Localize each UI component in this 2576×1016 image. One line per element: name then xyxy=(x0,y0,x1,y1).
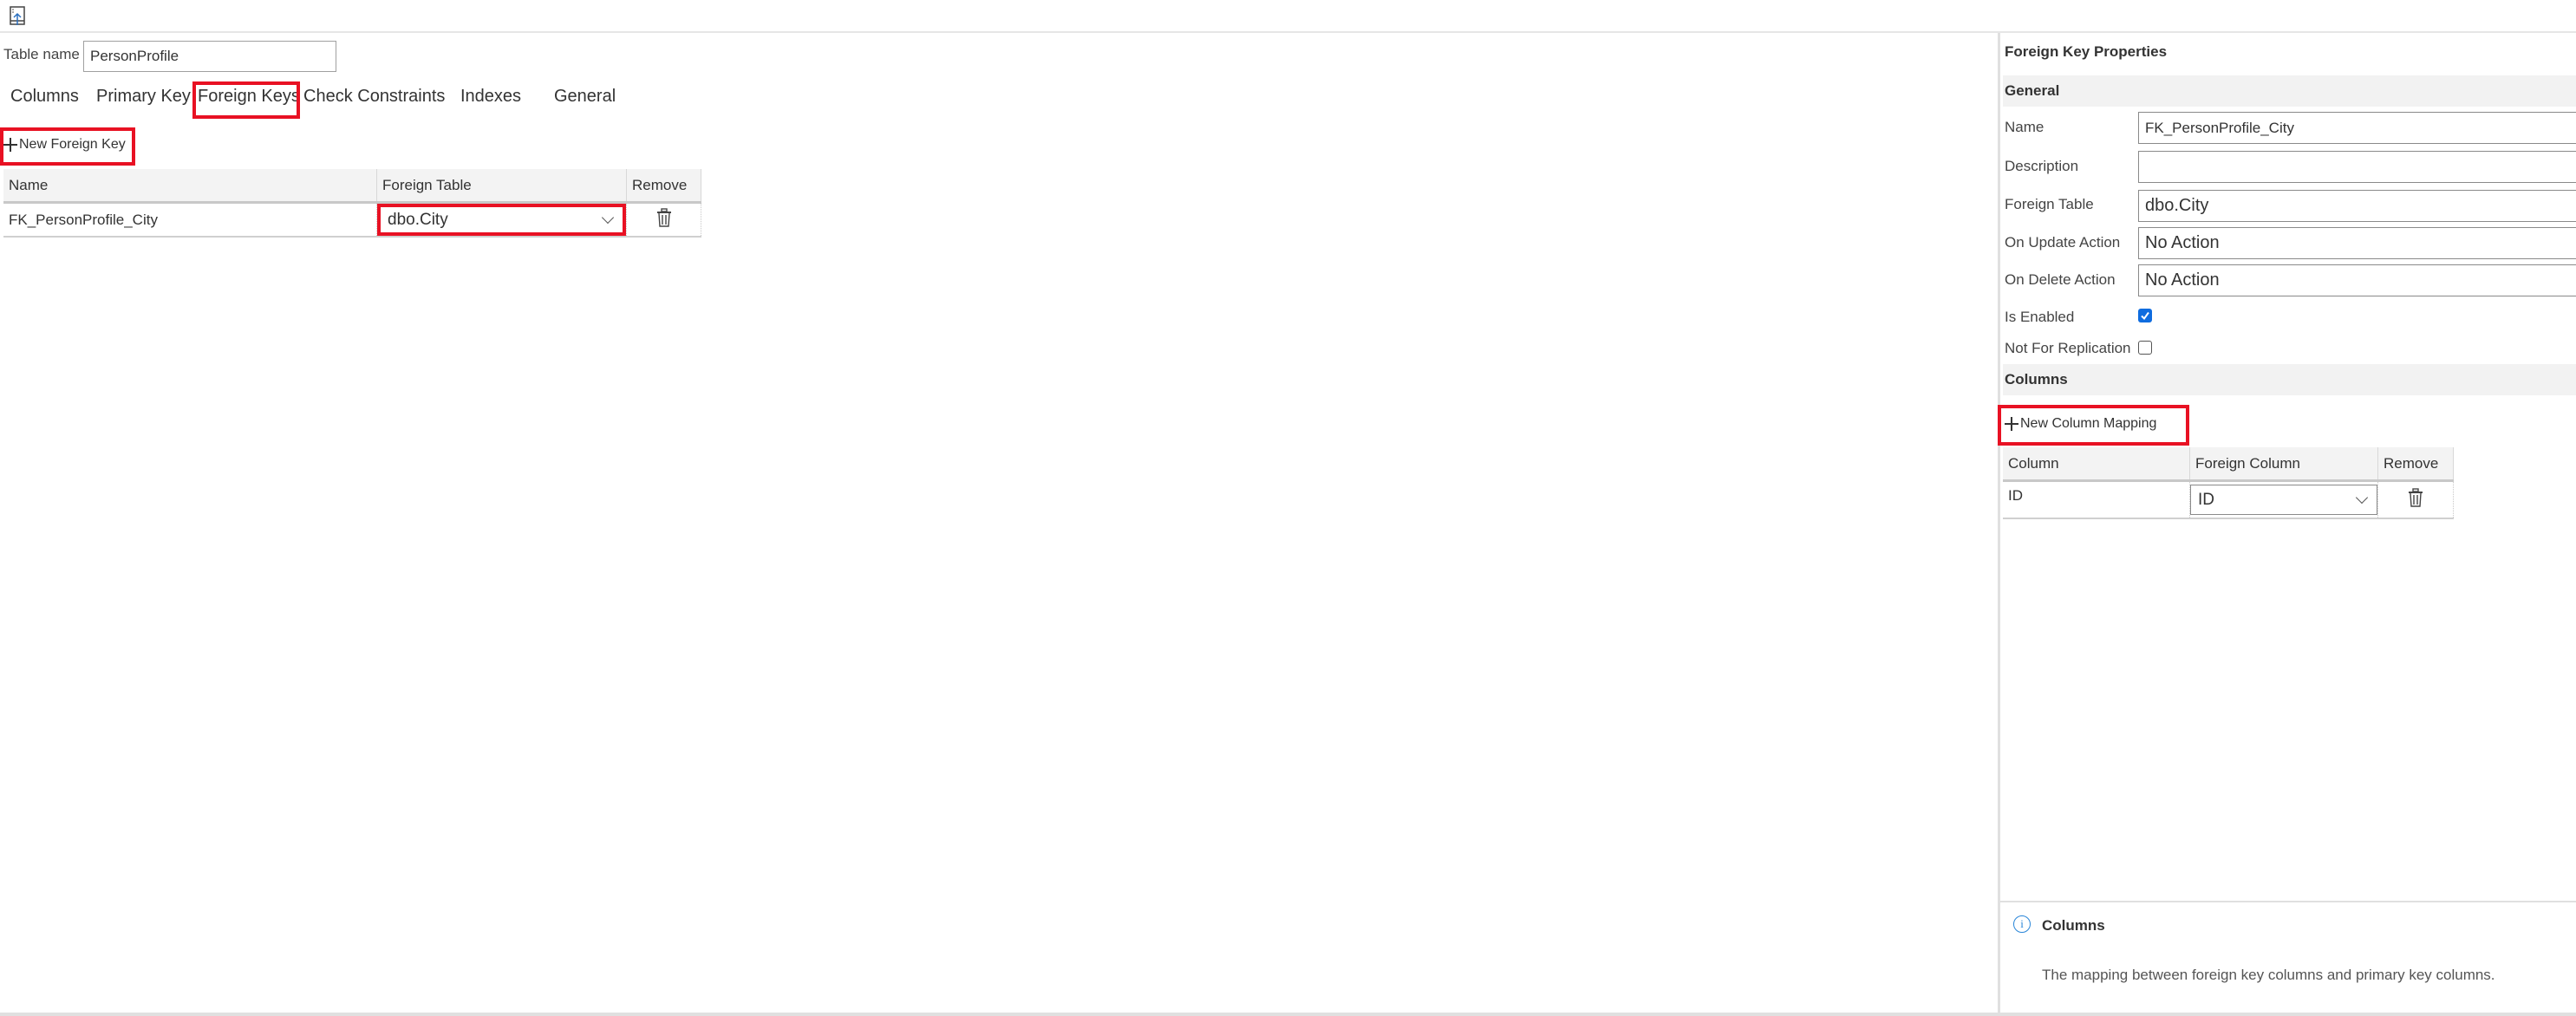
section-general: General xyxy=(2003,75,2576,107)
tab-check-constraints[interactable]: Check Constraints xyxy=(303,87,445,107)
checkmark-icon xyxy=(2141,311,2149,321)
column-header-foreign-table: Foreign Table xyxy=(376,169,627,204)
column-header-name: Name xyxy=(3,169,377,204)
chevron-down-icon xyxy=(601,211,615,224)
column-header-remove: Remove xyxy=(626,169,701,204)
info-divider xyxy=(2000,901,2576,902)
description-label: Description xyxy=(2005,158,2079,174)
trash-icon[interactable] xyxy=(2408,488,2423,507)
mapping-column-cell[interactable]: ID xyxy=(2003,480,2190,519)
is-enabled-checkbox[interactable] xyxy=(2138,309,2152,322)
info-description: The mapping between foreign key columns … xyxy=(2042,967,2495,983)
chevron-down-icon xyxy=(2355,491,2369,504)
foreign-column-select[interactable]: ID xyxy=(2190,485,2377,515)
section-general-label: General xyxy=(2005,82,2060,99)
info-title: Columns xyxy=(2042,917,2105,934)
trash-icon[interactable] xyxy=(656,208,672,227)
column-header-remove: Remove xyxy=(2377,447,2454,482)
highlight-box xyxy=(0,127,135,166)
table-name-input[interactable] xyxy=(83,41,336,72)
description-input[interactable] xyxy=(2138,151,2576,183)
tab-indexes[interactable]: Indexes xyxy=(460,87,521,107)
name-input[interactable]: FK_PersonProfile_City xyxy=(2138,112,2576,144)
table-name-label: Table name xyxy=(3,46,80,62)
section-columns: Columns xyxy=(2003,364,2576,395)
column-header-column: Column xyxy=(2003,447,2190,482)
properties-title: Foreign Key Properties xyxy=(2005,43,2168,60)
on-update-action-label: On Update Action xyxy=(2005,234,2121,251)
foreign-table-select[interactable]: dbo.City xyxy=(377,204,626,236)
foreign-keys-table: Name Foreign Table Remove FK_PersonProfi… xyxy=(3,169,701,238)
foreign-table-label: Foreign Table xyxy=(2005,196,2094,212)
foreign-column-value: ID xyxy=(2198,490,2214,509)
not-for-replication-label: Not For Replication xyxy=(2005,340,2131,356)
section-columns-label: Columns xyxy=(2005,371,2068,388)
fk-foreign-table-cell: dbo.City xyxy=(376,202,627,238)
name-label: Name xyxy=(2005,119,2044,135)
foreign-table-field[interactable]: dbo.City xyxy=(2138,190,2576,222)
on-delete-action-select[interactable]: No Action xyxy=(2138,264,2576,296)
tab-primary-key[interactable]: Primary Key xyxy=(96,87,191,107)
fk-remove-cell xyxy=(626,202,701,238)
on-update-action-select[interactable]: No Action xyxy=(2138,227,2576,259)
tab-general[interactable]: General xyxy=(554,87,616,107)
is-enabled-label: Is Enabled xyxy=(2005,309,2075,325)
highlight-box xyxy=(1998,405,2189,446)
mapping-remove-cell xyxy=(2377,480,2454,519)
table-row[interactable]: ID ID xyxy=(2003,480,2454,519)
fk-name-cell[interactable]: FK_PersonProfile_City xyxy=(3,202,377,238)
not-for-replication-checkbox[interactable] xyxy=(2138,341,2152,355)
publish-icon[interactable] xyxy=(9,5,26,26)
mapping-foreign-column-cell: ID xyxy=(2189,480,2378,519)
toolbar xyxy=(0,0,2576,33)
highlight-box xyxy=(192,81,300,119)
on-delete-action-label: On Delete Action xyxy=(2005,271,2116,288)
column-mapping-table: Column Foreign Column Remove ID ID xyxy=(2003,447,2454,519)
table-row[interactable]: FK_PersonProfile_City dbo.City xyxy=(3,202,701,238)
foreign-table-value: dbo.City xyxy=(388,210,448,229)
column-header-foreign-column: Foreign Column xyxy=(2189,447,2378,482)
info-icon: i xyxy=(2013,915,2031,933)
tab-columns[interactable]: Columns xyxy=(10,87,79,107)
bottom-border xyxy=(0,1013,2576,1016)
